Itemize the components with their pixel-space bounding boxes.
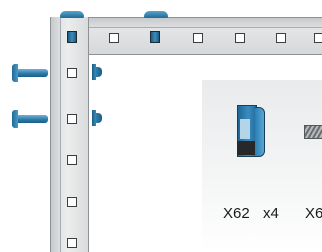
rail-hole <box>109 33 119 43</box>
rail-hole-with-bolt <box>150 31 160 43</box>
nut-icon <box>92 64 102 80</box>
vertical-rail <box>50 17 89 252</box>
part-code-label: X62 <box>223 205 250 222</box>
side-bolt-icon <box>12 110 48 128</box>
rail-hole <box>67 238 77 248</box>
rail-hole <box>67 197 77 207</box>
side-bolt-icon <box>12 64 48 82</box>
part-quantity-label: x4 <box>263 205 279 222</box>
bolt-part-icon <box>237 105 265 157</box>
rail-hole <box>67 114 77 124</box>
rail-hole <box>67 68 77 78</box>
nut-icon <box>92 110 102 126</box>
rail-hole <box>276 33 286 43</box>
rail-hole <box>67 155 77 165</box>
rail-hole <box>235 33 245 43</box>
rail-hole <box>193 33 203 43</box>
rail-hole <box>314 33 322 43</box>
part-code-label: X6 <box>305 205 322 222</box>
threaded-rod-icon <box>304 125 322 139</box>
top-bolt-nub <box>144 11 168 18</box>
rail-hole-with-bolt <box>67 31 77 43</box>
top-bolt-nub <box>60 11 84 18</box>
